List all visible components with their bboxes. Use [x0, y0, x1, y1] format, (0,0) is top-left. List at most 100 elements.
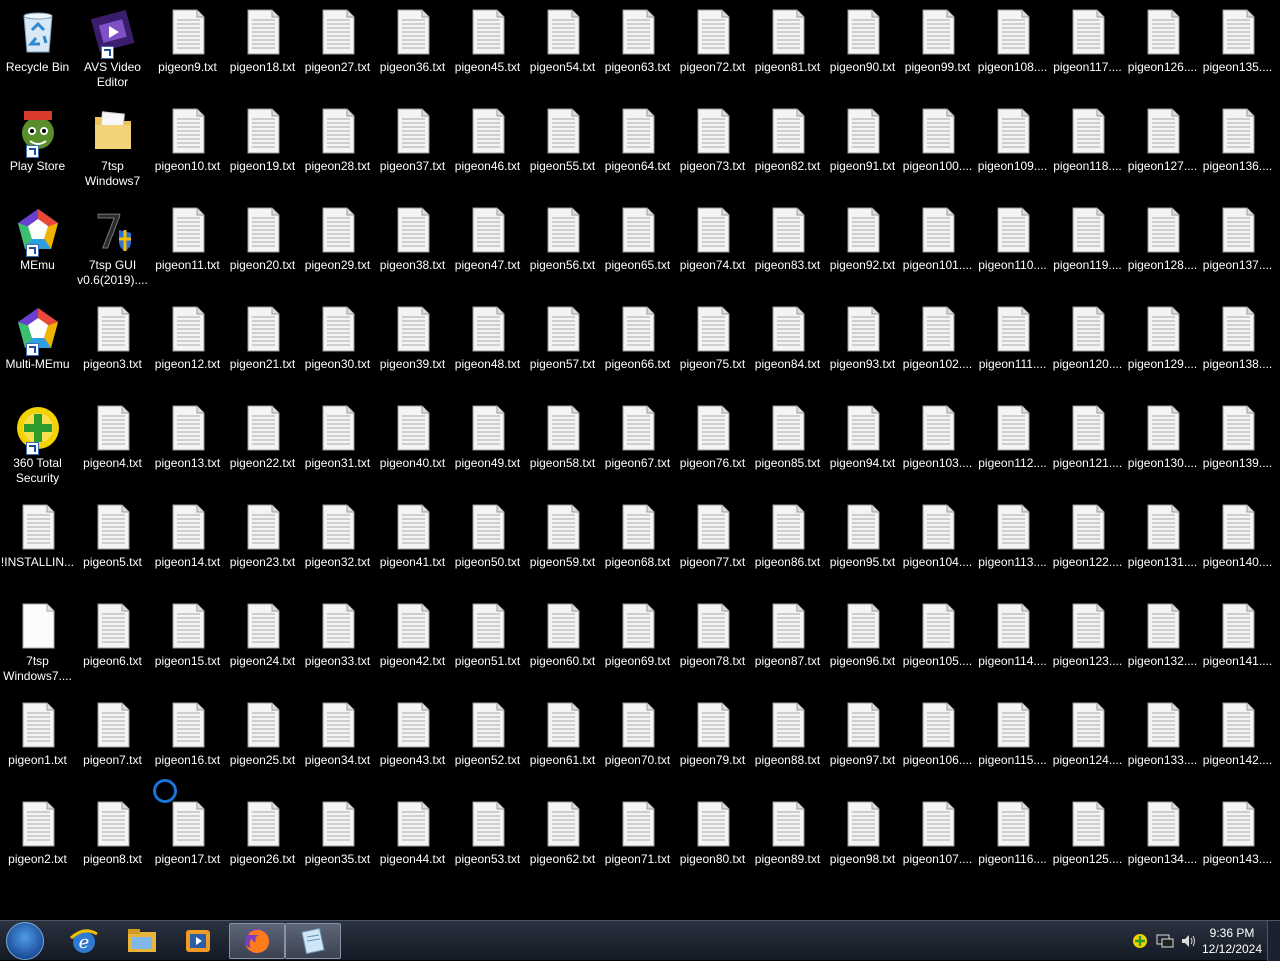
desktop-icon[interactable]: pigeon99.txt [900, 2, 975, 98]
desktop-icon[interactable]: pigeon34.txt [300, 695, 375, 791]
desktop-icon[interactable]: pigeon87.txt [750, 596, 825, 692]
desktop-icon[interactable]: pigeon103.... [900, 398, 975, 494]
desktop-icon[interactable]: pigeon89.txt [750, 794, 825, 890]
desktop-icon[interactable]: pigeon11.txt [150, 200, 225, 296]
desktop-icon[interactable]: pigeon77.txt [675, 497, 750, 593]
firefox-icon[interactable] [229, 923, 285, 959]
desktop-icon[interactable]: pigeon111.... [975, 299, 1050, 395]
desktop-icon[interactable]: pigeon107.... [900, 794, 975, 890]
desktop-icon[interactable]: pigeon112.... [975, 398, 1050, 494]
desktop-icon[interactable]: !INSTALLIN... [0, 497, 75, 593]
desktop-icon[interactable]: pigeon82.txt [750, 101, 825, 197]
desktop-icon[interactable]: pigeon28.txt [300, 101, 375, 197]
desktop-icon[interactable]: pigeon57.txt [525, 299, 600, 395]
desktop-icon[interactable]: pigeon40.txt [375, 398, 450, 494]
media-player-icon[interactable] [170, 923, 226, 959]
desktop-icon[interactable]: pigeon24.txt [225, 596, 300, 692]
desktop[interactable]: Recycle Bin Play Store MEmu Multi-MEmu 360 T… [0, 0, 1280, 920]
desktop-icon[interactable]: 7 7tsp GUI v0.6(2019).... [75, 200, 150, 296]
desktop-icon[interactable]: pigeon116.... [975, 794, 1050, 890]
show-desktop-button[interactable] [1267, 921, 1280, 961]
desktop-icon[interactable]: pigeon78.txt [675, 596, 750, 692]
desktop-icon[interactable]: pigeon38.txt [375, 200, 450, 296]
desktop-icon[interactable]: pigeon56.txt [525, 200, 600, 296]
desktop-icon[interactable]: pigeon110.... [975, 200, 1050, 296]
desktop-icon[interactable]: pigeon73.txt [675, 101, 750, 197]
360-security-tray-icon[interactable] [1132, 933, 1148, 954]
desktop-icon[interactable]: pigeon105.... [900, 596, 975, 692]
desktop-icon[interactable]: pigeon90.txt [825, 2, 900, 98]
desktop-icon[interactable]: pigeon52.txt [450, 695, 525, 791]
network-icon[interactable] [1156, 933, 1174, 954]
desktop-icon[interactable]: pigeon100.... [900, 101, 975, 197]
clock[interactable]: 9:36 PM 12/12/2024 [1200, 925, 1264, 957]
desktop-icon[interactable]: pigeon124.... [1050, 695, 1125, 791]
desktop-icon[interactable]: pigeon5.txt [75, 497, 150, 593]
desktop-icon[interactable]: pigeon114.... [975, 596, 1050, 692]
desktop-icon[interactable]: pigeon9.txt [150, 2, 225, 98]
desktop-icon[interactable]: pigeon88.txt [750, 695, 825, 791]
desktop-icon[interactable]: pigeon13.txt [150, 398, 225, 494]
desktop-icon[interactable]: pigeon136.... [1200, 101, 1275, 197]
desktop-icon[interactable]: pigeon36.txt [375, 2, 450, 98]
desktop-icon[interactable]: pigeon70.txt [600, 695, 675, 791]
desktop-icon[interactable]: pigeon142.... [1200, 695, 1275, 791]
desktop-icon[interactable]: pigeon17.txt [150, 794, 225, 890]
desktop-icon[interactable]: pigeon10.txt [150, 101, 225, 197]
desktop-icon[interactable]: pigeon54.txt [525, 2, 600, 98]
desktop-icon[interactable]: pigeon7.txt [75, 695, 150, 791]
desktop-icon[interactable]: pigeon45.txt [450, 2, 525, 98]
desktop-icon[interactable]: pigeon129.... [1125, 299, 1200, 395]
desktop-icon[interactable]: pigeon74.txt [675, 200, 750, 296]
notepad-icon[interactable] [285, 923, 341, 959]
desktop-icon[interactable]: pigeon126.... [1125, 2, 1200, 98]
desktop-icon[interactable]: pigeon35.txt [300, 794, 375, 890]
desktop-icon[interactable]: pigeon22.txt [225, 398, 300, 494]
desktop-icon[interactable]: pigeon32.txt [300, 497, 375, 593]
desktop-icon[interactable]: pigeon6.txt [75, 596, 150, 692]
desktop-icon[interactable]: pigeon83.txt [750, 200, 825, 296]
desktop-icon[interactable]: pigeon85.txt [750, 398, 825, 494]
desktop-icon[interactable]: pigeon48.txt [450, 299, 525, 395]
desktop-icon[interactable]: pigeon106.... [900, 695, 975, 791]
desktop-icon[interactable]: pigeon16.txt [150, 695, 225, 791]
desktop-icon[interactable]: pigeon133.... [1125, 695, 1200, 791]
desktop-icon[interactable]: pigeon41.txt [375, 497, 450, 593]
desktop-icon[interactable]: pigeon3.txt [75, 299, 150, 395]
desktop-icon[interactable]: pigeon20.txt [225, 200, 300, 296]
desktop-icon[interactable]: pigeon69.txt [600, 596, 675, 692]
desktop-icon[interactable]: pigeon33.txt [300, 596, 375, 692]
desktop-icon[interactable]: pigeon91.txt [825, 101, 900, 197]
desktop-icon[interactable]: pigeon68.txt [600, 497, 675, 593]
desktop-icon[interactable]: pigeon117.... [1050, 2, 1125, 98]
desktop-icon[interactable]: pigeon95.txt [825, 497, 900, 593]
desktop-icon[interactable]: pigeon23.txt [225, 497, 300, 593]
desktop-icon[interactable]: pigeon113.... [975, 497, 1050, 593]
desktop-icon[interactable]: 360 Total Security [0, 398, 75, 494]
desktop-icon[interactable]: AVS Video Editor [75, 2, 150, 98]
desktop-icon[interactable]: pigeon102.... [900, 299, 975, 395]
desktop-icon[interactable]: Recycle Bin [0, 2, 75, 98]
desktop-icon[interactable]: pigeon59.txt [525, 497, 600, 593]
desktop-icon[interactable]: pigeon31.txt [300, 398, 375, 494]
desktop-icon[interactable]: MEmu [0, 200, 75, 296]
desktop-icon[interactable]: pigeon19.txt [225, 101, 300, 197]
desktop-icon[interactable]: pigeon42.txt [375, 596, 450, 692]
volume-icon[interactable] [1180, 933, 1198, 954]
internet-explorer-icon[interactable]: e [56, 923, 112, 959]
desktop-icon[interactable]: pigeon119.... [1050, 200, 1125, 296]
desktop-icon[interactable]: pigeon30.txt [300, 299, 375, 395]
desktop-icon[interactable]: pigeon131.... [1125, 497, 1200, 593]
desktop-icon[interactable]: pigeon27.txt [300, 2, 375, 98]
file-explorer-icon[interactable] [114, 923, 170, 959]
desktop-icon[interactable]: pigeon115.... [975, 695, 1050, 791]
desktop-icon[interactable]: pigeon39.txt [375, 299, 450, 395]
desktop-icon[interactable]: 7tsp Windows7 [75, 101, 150, 197]
desktop-icon[interactable]: pigeon134.... [1125, 794, 1200, 890]
desktop-icon[interactable]: pigeon79.txt [675, 695, 750, 791]
desktop-icon[interactable]: pigeon125.... [1050, 794, 1125, 890]
desktop-icon[interactable]: pigeon121.... [1050, 398, 1125, 494]
desktop-icon[interactable]: pigeon135.... [1200, 2, 1275, 98]
desktop-icon[interactable]: pigeon76.txt [675, 398, 750, 494]
desktop-icon[interactable]: pigeon26.txt [225, 794, 300, 890]
